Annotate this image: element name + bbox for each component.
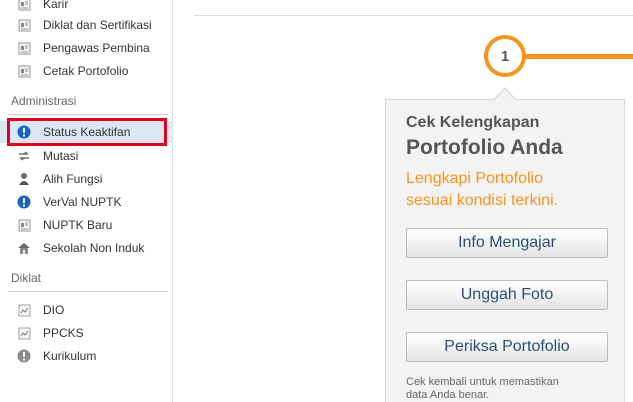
sidebar-item-mutasi[interactable]: Mutasi (0, 145, 172, 167)
sidebar-item-sekolah-non-induk[interactable]: Sekolah Non Induk (0, 237, 172, 259)
sidebar-item-label: Cetak Portofolio (43, 64, 129, 78)
step-badge: 1 (484, 35, 526, 77)
info-circle-gray-icon (17, 349, 31, 363)
panel-pointer-fill (495, 89, 515, 100)
step-connector (524, 54, 633, 59)
info-mengajar-button[interactable]: Info Mengajar (406, 228, 608, 258)
sidebar-item-label: VerVal NUPTK (43, 195, 122, 209)
info-circle-icon (17, 195, 31, 209)
sidebar-item-label: Sekolah Non Induk (43, 241, 145, 255)
sidebar-item-label: Karir (43, 0, 69, 11)
sidebar-item-diklat-sertifikasi[interactable]: Diklat dan Sertifikasi (0, 14, 172, 36)
document-icon (17, 64, 31, 78)
chart-doc-icon (17, 303, 31, 317)
panel-note: Cek kembali untuk memastikan (406, 376, 559, 388)
sidebar-item-label: Kurikulum (43, 349, 97, 363)
person-icon (17, 172, 31, 186)
active-pointer (167, 124, 174, 140)
header-rule (194, 15, 633, 16)
periksa-portofolio-button[interactable]: Periksa Portofolio (406, 332, 608, 362)
school-icon (17, 241, 31, 255)
sidebar-item-label: Diklat dan Sertifikasi (43, 18, 152, 32)
sidebar-item-kurikulum[interactable]: Kurikulum (0, 345, 172, 367)
sidebar-item-nuptk-baru[interactable]: NUPTK Baru (0, 214, 172, 236)
document-icon (17, 218, 31, 232)
chart-doc-icon (17, 326, 31, 340)
panel-title: Cek Kelengkapan (406, 114, 540, 131)
sidebar-item-label: Pengawas Pembina (43, 41, 150, 55)
sidebar-item-label: Alih Fungsi (43, 172, 103, 186)
sidebar-item-label: DIO (43, 303, 65, 317)
sidebar-item-pengawas-pembina[interactable]: Pengawas Pembina (0, 37, 172, 59)
sidebar-item-ppcks[interactable]: PPCKS (0, 322, 172, 344)
sidebar-item-cetak-portofolio[interactable]: Cetak Portofolio (0, 60, 172, 82)
sidebar-item-dio[interactable]: DIO (0, 299, 172, 321)
section-divider (8, 291, 168, 292)
document-icon (17, 41, 31, 55)
section-divider (8, 114, 168, 115)
document-icon (17, 18, 31, 32)
section-title-administrasi: Administrasi (11, 94, 77, 108)
sidebar-item-karir[interactable]: Karir (0, 0, 172, 15)
transfer-icon (17, 149, 31, 163)
unggah-foto-button[interactable]: Unggah Foto (406, 280, 608, 310)
sidebar-item-label: Mutasi (43, 149, 79, 163)
sidebar: Karir Diklat dan Sertifikasi Pengawas Pe… (0, 0, 173, 402)
panel-note: data Anda benar. (406, 389, 490, 401)
section-title-diklat: Diklat (11, 271, 42, 285)
panel-subtitle: sesuai kondisi terkini. (406, 192, 559, 209)
sidebar-item-label: PPCKS (43, 326, 84, 340)
panel-title-emphasis: Portofolio Anda (406, 136, 563, 159)
highlight-frame (7, 118, 167, 146)
sidebar-item-label: NUPTK Baru (43, 218, 113, 232)
document-icon (17, 0, 31, 11)
sidebar-item-alih-fungsi[interactable]: Alih Fungsi (0, 168, 172, 190)
sidebar-item-verval-nuptk[interactable]: VerVal NUPTK (0, 191, 172, 213)
panel-subtitle: Lengkapi Portofolio (406, 170, 543, 187)
